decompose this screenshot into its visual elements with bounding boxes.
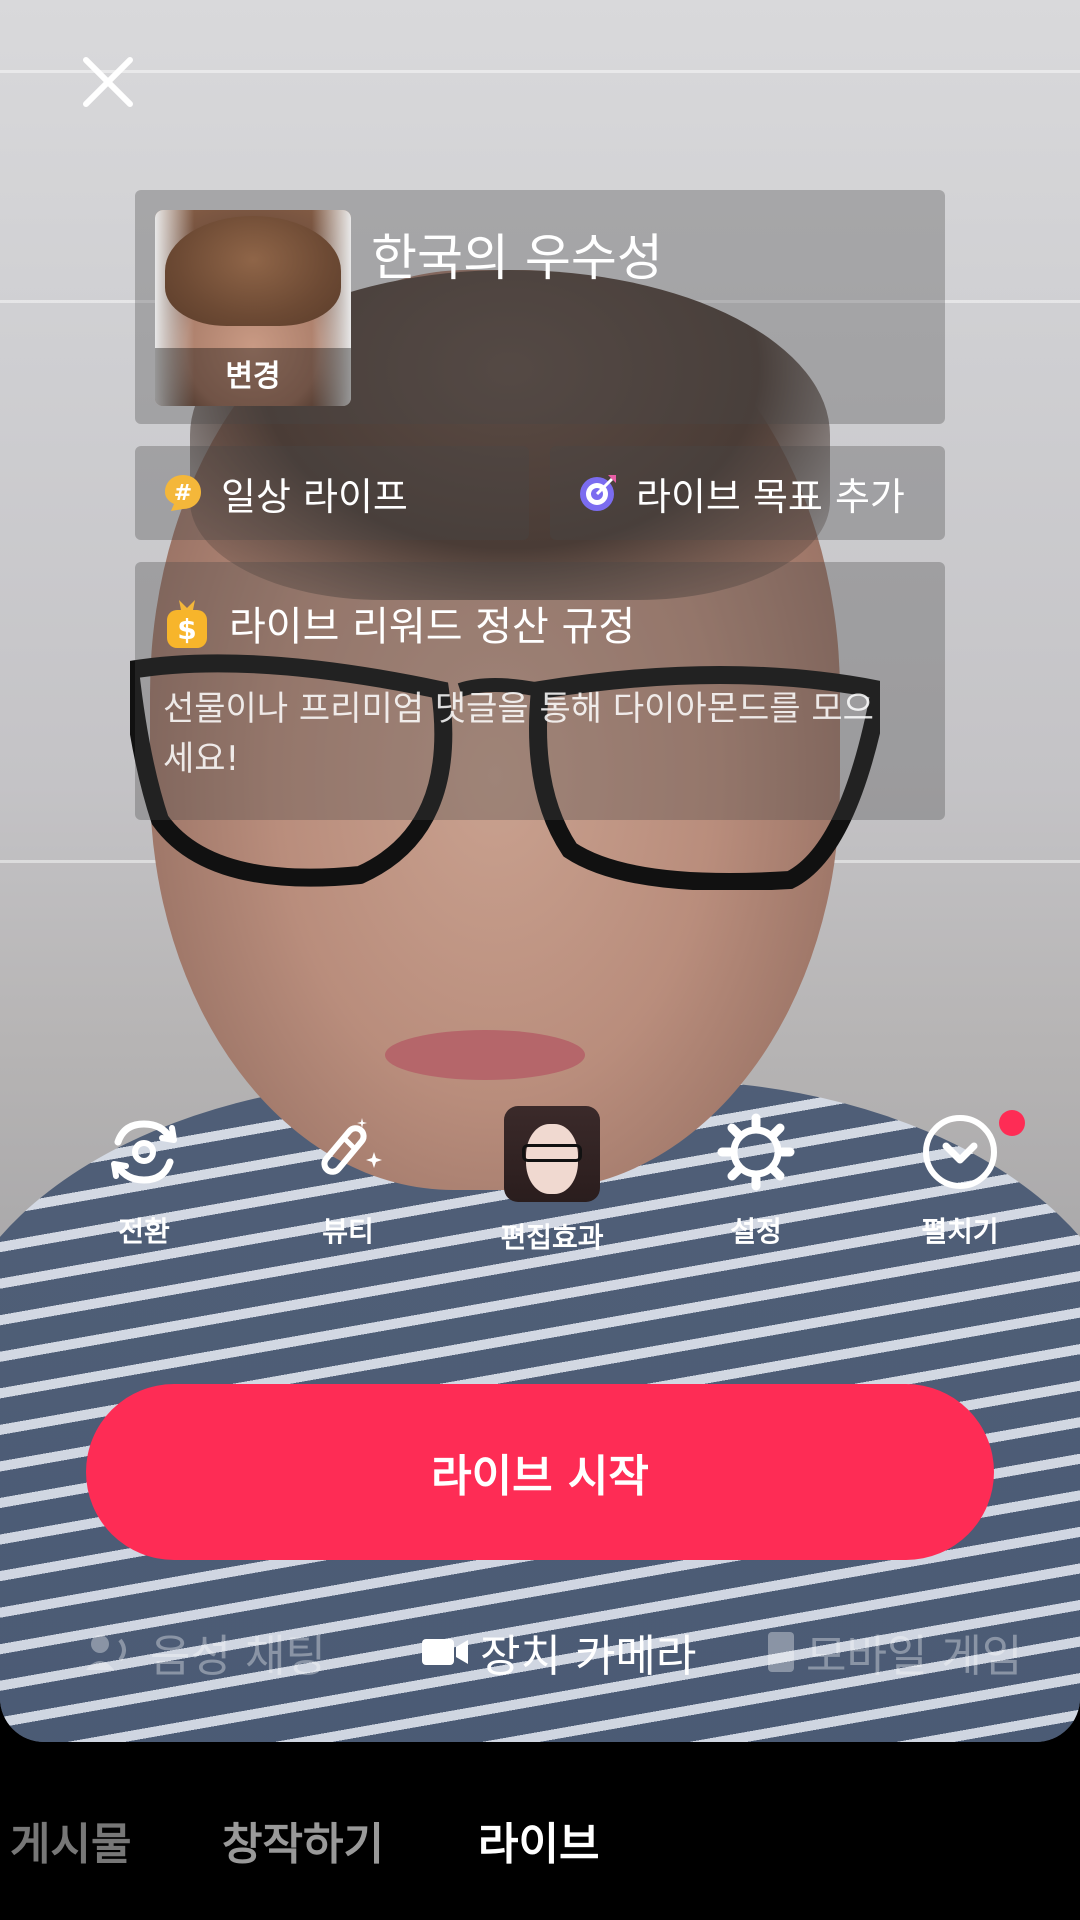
target-icon bbox=[580, 475, 616, 511]
expand-label: 펼치기 bbox=[921, 1215, 999, 1248]
svg-text:#: # bbox=[174, 481, 192, 506]
flip-camera-button[interactable]: 전환 bbox=[54, 1112, 234, 1250]
tab-create[interactable]: 창작하기 bbox=[222, 1808, 384, 1872]
add-live-goal-button[interactable]: 라이브 목표 추가 bbox=[550, 446, 945, 540]
mode-device-camera[interactable]: 장치 카메라 bbox=[420, 1620, 696, 1684]
live-goal-label: 라이브 목표 추가 bbox=[636, 474, 905, 519]
reward-rules-title: $ 라이브 리워드 정산 규정 bbox=[163, 594, 635, 652]
cover-avatar[interactable]: 변경 bbox=[155, 210, 351, 406]
change-cover-label[interactable]: 변경 bbox=[155, 348, 351, 406]
start-live-button[interactable]: 라이브 시작 bbox=[86, 1384, 994, 1560]
notification-dot bbox=[999, 1110, 1025, 1136]
beauty-wand-icon bbox=[321, 1118, 382, 1175]
voice-chat-icon bbox=[86, 1635, 126, 1670]
tab-live[interactable]: 라이브 bbox=[478, 1808, 599, 1872]
live-setup-screen: 변경 한국의 우수성 # 일상 라이프 라이브 목표 추가 $ 라이브 리워드 … bbox=[0, 0, 1080, 1920]
mode-mobile-game[interactable]: 모바일 게임 bbox=[766, 1620, 1022, 1684]
topic-button[interactable]: # 일상 라이프 bbox=[135, 446, 529, 540]
effect-thumbnail-glasses bbox=[522, 1144, 582, 1162]
mobile-game-icon bbox=[768, 1632, 794, 1672]
settings-button[interactable]: 설정 bbox=[666, 1112, 846, 1250]
flip-camera-label: 전환 bbox=[118, 1215, 170, 1248]
avatar-hair bbox=[165, 216, 341, 326]
person-lips bbox=[385, 1030, 585, 1080]
expand-button[interactable]: 펼치기 bbox=[870, 1112, 1050, 1250]
mode-device-camera-label: 장치 카메라 bbox=[480, 1631, 697, 1682]
bottom-tab-bar: 게시물 창작하기 라이브 bbox=[0, 1742, 1080, 1920]
close-button[interactable] bbox=[78, 52, 138, 112]
mode-mobile-game-label: 모바일 게임 bbox=[806, 1631, 1023, 1682]
beauty-label: 뷰티 bbox=[322, 1215, 374, 1248]
effect-thumbnail bbox=[504, 1106, 600, 1202]
hash-icon: # bbox=[165, 475, 201, 511]
effects-button[interactable]: 편집효과 bbox=[462, 1106, 642, 1256]
tools-row: 전환 뷰티 편집효과 설정 펼치기 bbox=[0, 1106, 1080, 1272]
background-wall bbox=[0, 70, 1080, 73]
mode-voice-chat-label: 음성 채팅 bbox=[150, 1631, 326, 1682]
gear-icon bbox=[717, 1113, 795, 1191]
reward-rules-card[interactable]: $ 라이브 리워드 정산 규정 선물이나 프리미엄 댓글을 통해 다이아몬드를 … bbox=[135, 562, 945, 820]
close-icon bbox=[83, 57, 133, 107]
effects-label: 편집효과 bbox=[500, 1221, 604, 1254]
svg-text:$: $ bbox=[177, 613, 196, 646]
reward-rules-text: 라이브 리워드 정산 규정 bbox=[229, 604, 636, 650]
reward-rules-description: 선물이나 프리미엄 댓글을 통해 다이아몬드를 모으세요! bbox=[163, 689, 874, 779]
video-camera-icon bbox=[422, 1639, 468, 1665]
money-bag-icon: $ bbox=[167, 600, 207, 648]
mode-voice-chat[interactable]: 음성 채팅 bbox=[84, 1620, 326, 1684]
beauty-button[interactable]: 뷰티 bbox=[258, 1112, 438, 1250]
tab-posts[interactable]: 게시물 bbox=[10, 1808, 131, 1872]
live-title-card: 변경 한국의 우수성 bbox=[135, 190, 945, 424]
topic-label: 일상 라이프 bbox=[221, 474, 408, 519]
settings-label: 설정 bbox=[730, 1215, 782, 1248]
live-mode-selector: 음성 채팅 장치 카메라 모바일 게임 bbox=[0, 1620, 1080, 1688]
chevron-down-circle-icon bbox=[923, 1115, 997, 1189]
live-title-input[interactable]: 한국의 우수성 bbox=[371, 218, 663, 290]
flip-camera-icon bbox=[111, 1120, 177, 1184]
